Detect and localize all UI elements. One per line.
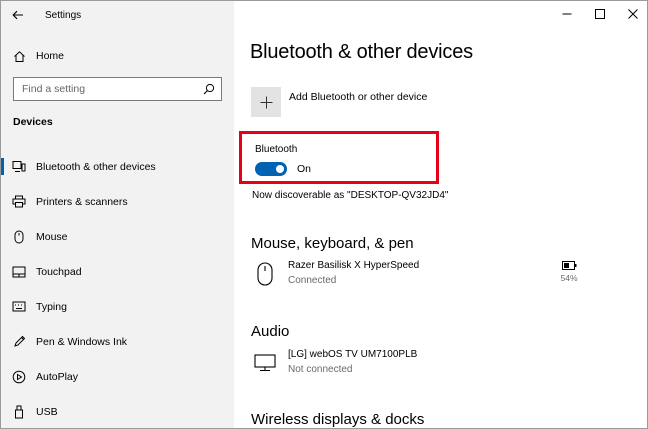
sidebar-item-label: Printers & scanners (36, 195, 128, 208)
search-box[interactable] (13, 77, 222, 101)
nav-home[interactable]: Home (1, 43, 234, 69)
close-button[interactable] (616, 1, 647, 27)
search-input[interactable] (22, 83, 192, 95)
page-title: Bluetooth & other devices (250, 41, 473, 63)
wireless-displays-heading: Wireless displays & docks (251, 411, 425, 428)
battery-percent: 54% (560, 273, 578, 283)
mouse-icon (12, 230, 26, 244)
bluetooth-label: Bluetooth (255, 144, 298, 155)
mouse-device-status: Connected (288, 275, 337, 286)
battery-indicator: 54% (552, 261, 586, 283)
maximize-button[interactable] (583, 1, 616, 27)
audio-heading: Audio (251, 323, 290, 340)
bluetooth-toggle[interactable] (255, 162, 287, 176)
sidebar-item-autoplay[interactable]: AutoPlay (1, 359, 234, 394)
audio-device-status: Not connected (288, 364, 353, 375)
sidebar-item-label: Bluetooth & other devices (36, 160, 156, 173)
bluetooth-devices-icon (12, 160, 26, 174)
monitor-icon (251, 349, 279, 377)
back-arrow-icon (12, 10, 23, 20)
mouse-keyboard-pen-heading: Mouse, keyboard, & pen (251, 235, 414, 252)
search-icon[interactable] (203, 83, 215, 95)
mouse-device-item[interactable]: Razer Basilisk X HyperSpeed Connected (251, 260, 419, 288)
minimize-icon (562, 13, 571, 15)
add-tile[interactable] (251, 87, 281, 117)
sidebar-item-pen[interactable]: Pen & Windows Ink (1, 324, 234, 359)
pen-icon (12, 335, 26, 349)
sidebar-item-touchpad[interactable]: Touchpad (1, 254, 234, 289)
sidebar-item-label: Mouse (36, 230, 68, 243)
battery-icon (561, 261, 576, 270)
bluetooth-highlight-box: Bluetooth On (239, 131, 439, 184)
usb-icon (12, 405, 26, 419)
sidebar-item-printers[interactable]: Printers & scanners (1, 184, 234, 219)
sidebar-item-bluetooth[interactable]: Bluetooth & other devices (1, 149, 234, 184)
sidebar-item-label: USB (36, 405, 58, 418)
main-content: Bluetooth & other devices Add Bluetooth … (234, 1, 647, 428)
sidebar: Settings Home Devices (1, 1, 234, 428)
devices-section-title: Devices (13, 116, 53, 128)
sidebar-item-mouse[interactable]: Mouse (1, 219, 234, 254)
add-device-label: Add Bluetooth or other device (289, 91, 428, 103)
settings-window: Settings Home Devices (0, 0, 648, 429)
printer-icon (12, 195, 26, 209)
sidebar-item-label: Pen & Windows Ink (36, 335, 128, 348)
sidebar-item-usb[interactable]: USB (1, 394, 234, 428)
add-device-button[interactable]: Add Bluetooth or other device (251, 87, 427, 117)
plus-icon (260, 96, 272, 108)
autoplay-icon (12, 370, 26, 384)
home-icon (12, 49, 26, 63)
close-icon (627, 9, 638, 19)
touchpad-icon (12, 265, 26, 279)
app-title: Settings (45, 9, 82, 21)
maximize-icon (594, 9, 605, 19)
audio-device-name: [LG] webOS TV UM7100PLB (288, 349, 418, 360)
bluetooth-toggle-state: On (297, 163, 312, 175)
home-label: Home (36, 50, 65, 62)
discoverable-text: Now discoverable as "DESKTOP-QV32JD4" (252, 190, 449, 201)
title-bar: Settings (1, 1, 234, 29)
sidebar-item-label: Typing (36, 300, 67, 313)
keyboard-icon (12, 300, 26, 314)
mouse-icon (251, 260, 279, 288)
audio-device-item[interactable]: [LG] webOS TV UM7100PLB Not connected (251, 349, 417, 377)
mouse-device-name: Razer Basilisk X HyperSpeed (288, 260, 420, 271)
sidebar-item-label: AutoPlay (36, 370, 79, 383)
sidebar-item-typing[interactable]: Typing (1, 289, 234, 324)
minimize-button[interactable] (550, 1, 583, 27)
nav-list: Bluetooth & other devices Printers & sca… (1, 149, 234, 428)
back-button[interactable] (1, 1, 35, 29)
sidebar-item-label: Touchpad (36, 265, 82, 278)
window-controls (550, 1, 647, 27)
